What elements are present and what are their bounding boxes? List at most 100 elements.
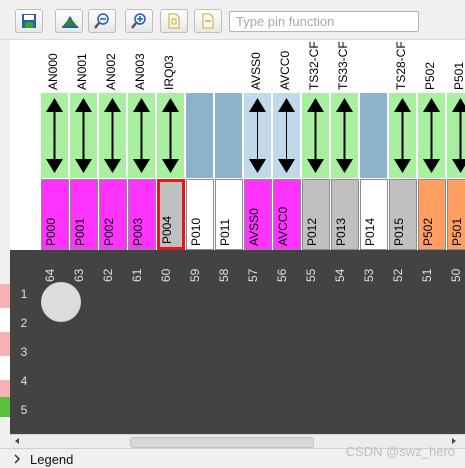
pin-direction-cell[interactable] xyxy=(70,93,97,178)
pin-name: P013 xyxy=(334,217,348,246)
pin-cell[interactable]: P001 xyxy=(70,179,98,250)
pin-cell[interactable]: P013 xyxy=(331,179,359,250)
edge-stripe xyxy=(0,397,10,417)
column-number-text: 60 xyxy=(159,268,173,282)
pin-function-label: TS32-CF xyxy=(302,40,330,90)
column-number: 61 xyxy=(128,254,156,282)
pin-cell[interactable]: P501 xyxy=(447,179,465,250)
column-number: 50 xyxy=(447,254,465,282)
function-text: TS28-CF xyxy=(394,41,408,90)
bidirectional-arrow-icon xyxy=(278,98,295,173)
pin-direction-cell[interactable] xyxy=(157,93,184,178)
column-number-text: 53 xyxy=(362,268,376,282)
column-number: 60 xyxy=(157,254,185,282)
column-number-text: 62 xyxy=(101,268,115,282)
save-button[interactable] xyxy=(15,9,43,33)
zoom-in-button[interactable] xyxy=(125,9,153,33)
document-2-icon xyxy=(202,13,214,29)
watermark: CSDN @swz_hero xyxy=(345,444,455,459)
pin-name: P015 xyxy=(392,217,406,246)
column-number: 51 xyxy=(418,254,446,282)
bidirectional-arrow-icon xyxy=(162,98,179,173)
toolbar xyxy=(0,0,465,40)
column-number-text: 54 xyxy=(333,268,347,282)
column-number: 59 xyxy=(186,254,214,282)
edge-stripe xyxy=(0,332,10,356)
chip-view-icon xyxy=(62,16,78,28)
pin-function-filter-input[interactable] xyxy=(229,11,419,32)
pin-function-label: AVCC0 xyxy=(273,40,301,90)
column-number-text: 63 xyxy=(72,268,86,282)
column-number-text: 59 xyxy=(188,268,202,282)
arrow-left-icon xyxy=(15,438,19,444)
column-number: 64 xyxy=(41,254,69,282)
pin-cell[interactable]: P015 xyxy=(389,179,417,250)
pin-cell[interactable]: P012 xyxy=(302,179,330,250)
pin-direction-cell[interactable] xyxy=(186,93,213,178)
legend-label: Legend xyxy=(30,452,74,467)
pin-function-label: AN000 xyxy=(41,40,69,90)
pin-direction-cell[interactable] xyxy=(41,93,68,178)
function-text: TS33-CF xyxy=(336,41,350,90)
pin-cell[interactable]: P502 xyxy=(418,179,446,250)
pin-cell[interactable]: P000 xyxy=(41,179,69,250)
pin-cell[interactable]: P014 xyxy=(360,179,388,250)
pin-function-label xyxy=(215,40,243,90)
pin-cell[interactable]: P002 xyxy=(99,179,127,250)
pin-direction-cell[interactable] xyxy=(244,93,271,178)
function-text: AVSS0 xyxy=(249,52,263,90)
pin-cell[interactable]: P010 xyxy=(186,179,214,250)
chevron-right-icon[interactable] xyxy=(12,454,22,464)
row-number: 2 xyxy=(20,316,28,330)
pin-cell[interactable]: P011 xyxy=(215,179,243,250)
bidirectional-arrow-icon xyxy=(249,98,266,173)
pin-direction-cell[interactable] xyxy=(302,93,329,178)
zoom-out-icon xyxy=(94,13,109,29)
pin-direction-cell[interactable] xyxy=(99,93,126,178)
pin-function-label: AN002 xyxy=(99,40,127,90)
column-number-text: 64 xyxy=(43,268,57,282)
function-text: P501 xyxy=(452,61,465,90)
pin-direction-cell[interactable] xyxy=(273,93,300,178)
zoom-out-button[interactable] xyxy=(88,9,116,33)
pin-cell[interactable]: AVCC0 xyxy=(273,179,301,250)
save-icon xyxy=(22,14,36,28)
pin-function-label: P501 xyxy=(447,40,465,90)
pin-direction-cell[interactable] xyxy=(128,93,155,178)
pin-direction-cell[interactable] xyxy=(215,93,242,178)
scroll-thumb[interactable] xyxy=(130,437,314,448)
bidirectional-arrow-icon xyxy=(307,98,324,173)
pin-direction-cell[interactable] xyxy=(418,93,445,178)
bidirectional-arrow-icon xyxy=(104,98,121,173)
pin-name: P004 xyxy=(160,215,174,244)
function-text: P502 xyxy=(423,61,437,90)
pin-direction-cell[interactable] xyxy=(389,93,416,178)
edge-stripe xyxy=(0,356,10,380)
bidirectional-arrow-icon xyxy=(452,98,465,173)
column-number-text: 52 xyxy=(391,268,405,282)
function-text: AN000 xyxy=(46,53,60,90)
chip-view-button[interactable] xyxy=(55,9,83,33)
pin-function-label: TS33-CF xyxy=(331,40,359,90)
scroll-left-button[interactable] xyxy=(12,435,26,448)
column-number-text: 55 xyxy=(304,268,318,282)
column-number-text: 50 xyxy=(449,268,463,282)
pin-cell[interactable]: P003 xyxy=(128,179,156,250)
pin-cell[interactable]: AVSS0 xyxy=(244,179,272,250)
function-text: AN001 xyxy=(75,53,89,90)
pin-direction-cell[interactable] xyxy=(447,93,465,178)
pin-cell-selected[interactable]: P004 xyxy=(157,179,185,250)
pin-direction-cell[interactable] xyxy=(360,93,387,178)
column-number-text: 56 xyxy=(275,268,289,282)
bidirectional-arrow-icon xyxy=(336,98,353,173)
document-1-button[interactable] xyxy=(160,9,188,33)
column-number: 56 xyxy=(273,254,301,282)
pin-name: AVSS0 xyxy=(247,208,261,246)
function-text: TS32-CF xyxy=(307,41,321,90)
row-number: 4 xyxy=(20,374,28,388)
column-number: 53 xyxy=(360,254,388,282)
pin-name: AVCC0 xyxy=(276,206,290,246)
document-2-button[interactable] xyxy=(194,9,222,33)
column-number-text: 58 xyxy=(217,268,231,282)
pin-direction-cell[interactable] xyxy=(331,93,358,178)
